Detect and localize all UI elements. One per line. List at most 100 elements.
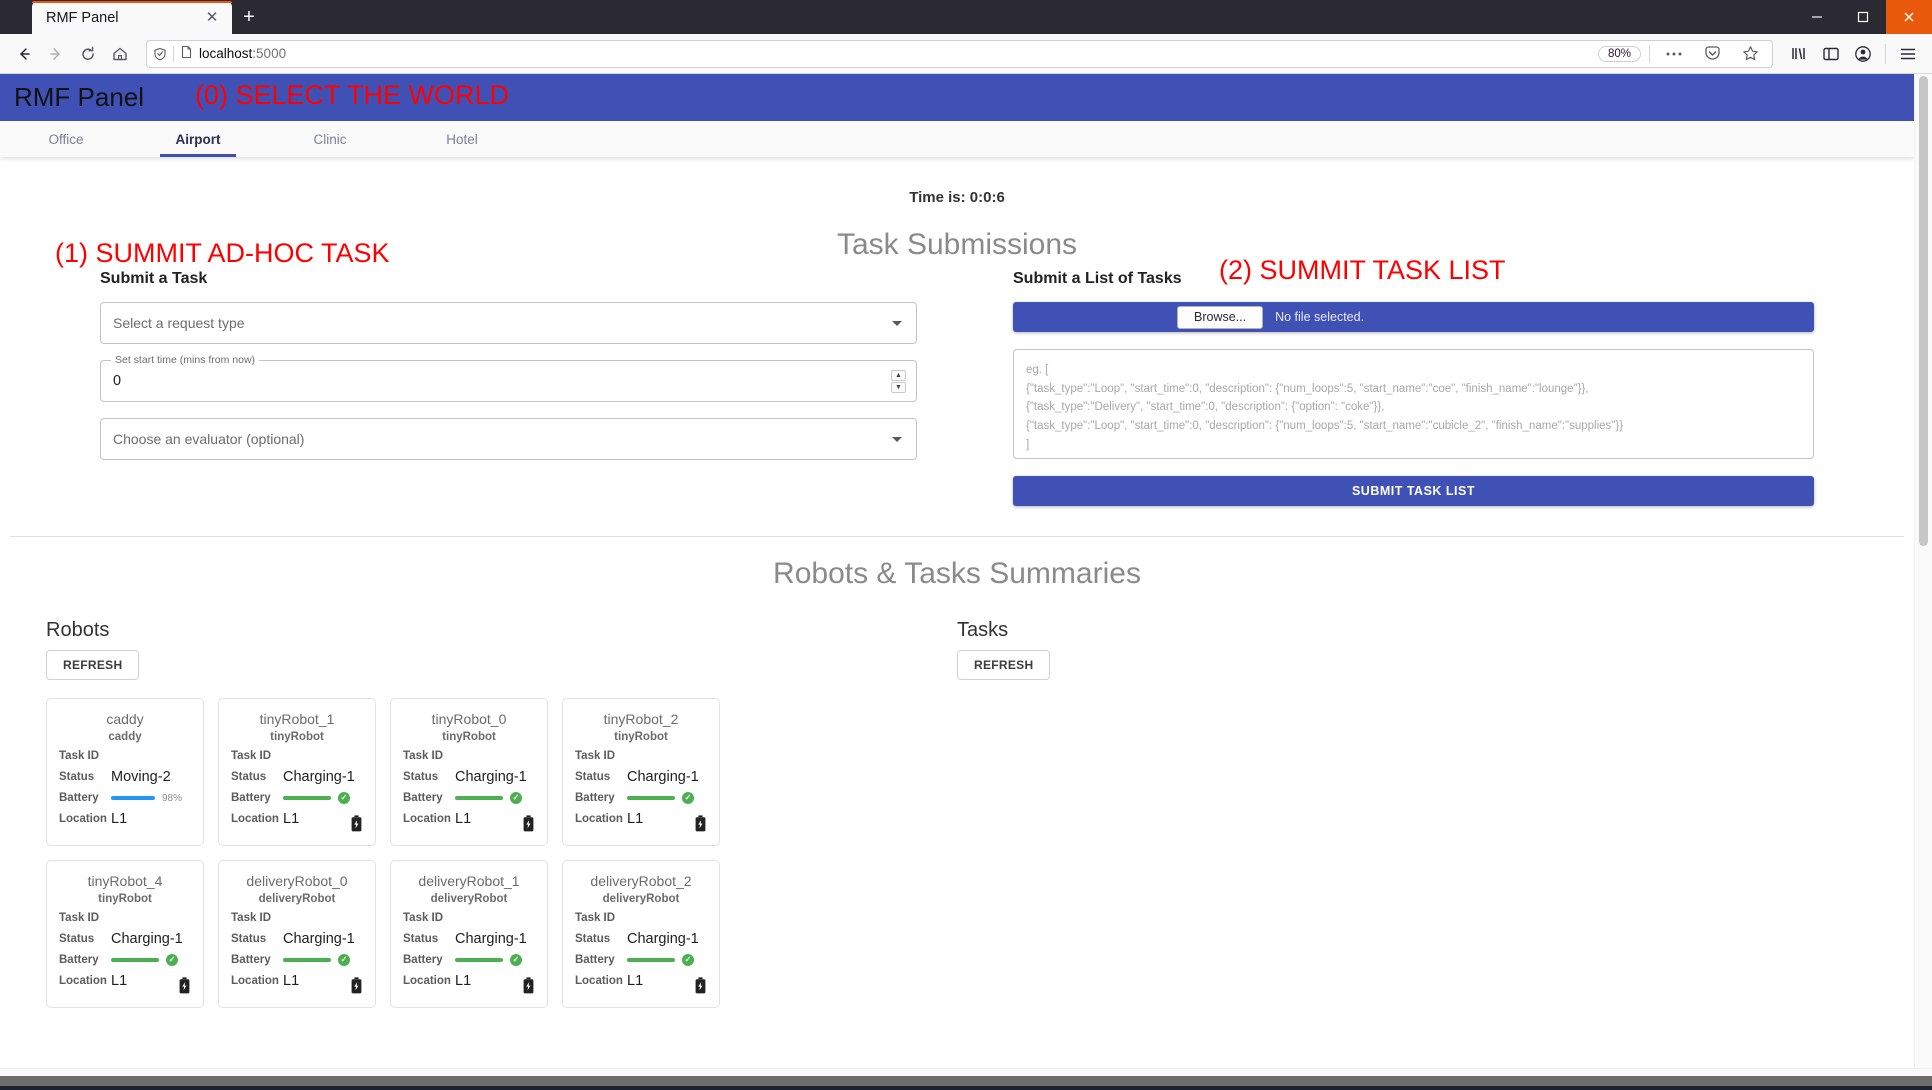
maximize-icon[interactable]: [1840, 0, 1886, 34]
battery-indicator: 98%: [111, 793, 182, 804]
stepper-up-icon[interactable]: ▲: [891, 370, 906, 381]
browse-button[interactable]: Browse...: [1177, 306, 1263, 329]
stepper-down-icon[interactable]: ▼: [891, 382, 906, 393]
battery-ok-icon: ✓: [338, 954, 350, 966]
status-value: Charging-1: [627, 769, 699, 785]
vertical-scrollbar-thumb[interactable]: [1919, 76, 1928, 546]
bookmark-star-icon[interactable]: [1734, 38, 1766, 70]
robot-status-row: Status Charging-1: [403, 931, 535, 947]
robot-battery-row: Battery ✓: [59, 954, 191, 966]
robot-model: tinyRobot: [403, 731, 535, 743]
home-icon[interactable]: [104, 38, 136, 70]
start-time-input[interactable]: Set start time (mins from now) 0 ▲ ▼: [100, 360, 917, 402]
zoom-level-badge[interactable]: 80%: [1598, 46, 1641, 62]
close-window-icon[interactable]: [1886, 0, 1932, 34]
battery-ok-icon: ✓: [682, 954, 694, 966]
url-port: :5000: [252, 46, 286, 61]
url-bar[interactable]: localhost:5000 80%: [146, 40, 1773, 68]
robot-battery-row: Battery ✓: [575, 792, 707, 804]
status-label: Status: [575, 933, 627, 945]
battery-label: Battery: [59, 954, 111, 966]
location-value: L1: [455, 811, 471, 827]
minimize-icon[interactable]: [1794, 0, 1840, 34]
robot-card: tinyRobot_1 tinyRobot Task ID Status Cha…: [218, 698, 376, 846]
status-value: Charging-1: [455, 931, 527, 947]
account-icon[interactable]: [1847, 38, 1879, 70]
robot-name: tinyRobot_4: [59, 873, 191, 889]
page-actions-icon[interactable]: [1658, 38, 1690, 70]
robot-status-row: Status Charging-1: [231, 769, 363, 785]
browser-tab[interactable]: RMF Panel ✕: [32, 1, 232, 34]
robot-battery-row: Battery ✓: [403, 792, 535, 804]
shield-icon[interactable]: [153, 47, 167, 61]
robot-card: tinyRobot_4 tinyRobot Task ID Status Cha…: [46, 860, 204, 1008]
back-icon[interactable]: [8, 38, 40, 70]
tab-clinic[interactable]: Clinic: [264, 121, 396, 157]
sidebar-icon[interactable]: [1815, 38, 1847, 70]
new-tab-icon[interactable]: +: [232, 1, 266, 34]
battery-charging-icon: [523, 815, 534, 837]
battery-bar: [283, 796, 331, 800]
evaluator-select[interactable]: Choose an evaluator (optional): [100, 418, 917, 460]
battery-charging-icon: [179, 977, 190, 999]
tab-airport[interactable]: Airport: [132, 121, 264, 157]
location-value: L1: [627, 973, 643, 989]
submit-task-column: (1) SUMMIT AD-HOC TASK Submit a Task Sel…: [0, 270, 957, 506]
task-id-label: Task ID: [403, 750, 455, 762]
task-list-textarea[interactable]: eg. [ {"task_type":"Loop", "start_time":…: [1013, 349, 1814, 459]
battery-charging-icon: [351, 815, 362, 837]
robot-task-id-row: Task ID: [59, 912, 191, 924]
location-label: Location: [231, 813, 283, 825]
robot-location-row: Location L1: [403, 973, 535, 989]
number-stepper[interactable]: ▲ ▼: [891, 370, 906, 393]
task-id-label: Task ID: [59, 750, 111, 762]
browser-navbar: localhost:5000 80%: [0, 34, 1932, 74]
library-icon[interactable]: [1783, 38, 1815, 70]
forward-icon[interactable]: [40, 38, 72, 70]
browser-viewport: RMF Panel (0) SELECT THE WORLD Office Ai…: [0, 74, 1932, 1090]
status-label: Status: [403, 933, 455, 945]
chevron-down-icon: [892, 321, 902, 326]
robot-model: deliveryRobot: [575, 893, 707, 905]
page-icon[interactable]: [180, 45, 193, 62]
robot-battery-row: Battery ✓: [575, 954, 707, 966]
rmf-panel-page: RMF Panel (0) SELECT THE WORLD Office Ai…: [0, 74, 1914, 1068]
status-value: Charging-1: [283, 769, 355, 785]
reload-icon[interactable]: [72, 38, 104, 70]
tab-hotel[interactable]: Hotel: [396, 121, 528, 157]
robot-model: tinyRobot: [231, 731, 363, 743]
vertical-scrollbar[interactable]: [1914, 74, 1932, 1068]
location-value: L1: [111, 811, 127, 827]
robot-battery-row: Battery 98%: [59, 792, 191, 804]
location-value: L1: [283, 811, 299, 827]
robot-name: tinyRobot_0: [403, 711, 535, 727]
robots-refresh-button[interactable]: REFRESH: [46, 650, 139, 680]
tasks-refresh-button[interactable]: REFRESH: [957, 650, 1050, 680]
status-value: Charging-1: [455, 769, 527, 785]
robots-panel: Robots REFRESH caddy caddy Task ID Statu…: [0, 619, 957, 1008]
hamburger-menu-icon[interactable]: [1892, 38, 1924, 70]
robot-model: deliveryRobot: [403, 893, 535, 905]
navbar-divider: [1885, 44, 1886, 64]
robot-name: deliveryRobot_0: [231, 873, 363, 889]
summaries-heading: Robots & Tasks Summaries: [0, 557, 1914, 591]
pocket-icon[interactable]: [1696, 38, 1728, 70]
file-upload-row[interactable]: Browse... No file selected.: [1013, 302, 1814, 332]
robot-card: deliveryRobot_1 deliveryRobot Task ID St…: [390, 860, 548, 1008]
request-type-select[interactable]: Select a request type: [100, 302, 917, 344]
robot-name: tinyRobot_2: [575, 711, 707, 727]
task-id-label: Task ID: [231, 750, 283, 762]
battery-ok-icon: ✓: [682, 792, 694, 804]
battery-charging-icon: [523, 977, 534, 999]
robot-card: deliveryRobot_2 deliveryRobot Task ID St…: [562, 860, 720, 1008]
close-tab-icon[interactable]: ✕: [202, 8, 222, 28]
robot-status-row: Status Charging-1: [403, 769, 535, 785]
location-value: L1: [111, 973, 127, 989]
battery-label: Battery: [231, 954, 283, 966]
battery-label: Battery: [231, 792, 283, 804]
tab-title: RMF Panel: [46, 10, 202, 26]
submit-task-list-button[interactable]: SUBMIT TASK LIST: [1013, 476, 1814, 506]
submit-task-heading: Submit a Task: [100, 270, 917, 288]
tab-office[interactable]: Office: [0, 121, 132, 157]
url-input[interactable]: localhost:5000: [199, 46, 1592, 61]
